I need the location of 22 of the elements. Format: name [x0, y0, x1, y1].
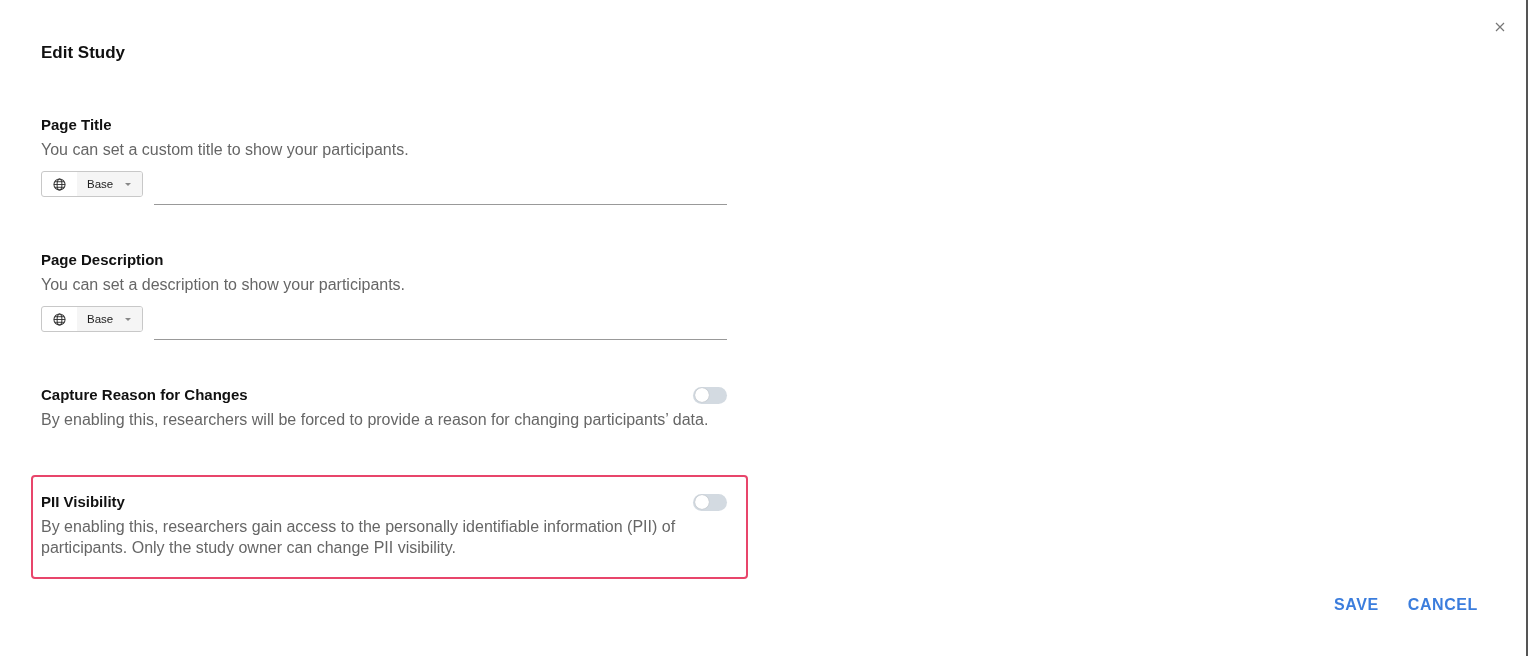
section-description: By enabling this, researchers gain access to the personally identifiable information (PII) of participants. Only the study owner can change PII visibility. — [41, 517, 677, 558]
section-description: By enabling this, researchers will be forced to provide a reason for changing participants’ data. — [41, 410, 710, 430]
section-label: Capture Reason for Changes — [41, 385, 248, 405]
dialog-action-button[interactable]: SAVE — [1325, 588, 1387, 622]
dialog-title: Edit Study — [41, 42, 126, 64]
caret-icon — [125, 317, 132, 321]
toggle-switch[interactable] — [693, 386, 727, 404]
section-description: You can set a custom title to show your participants. — [41, 140, 410, 160]
section-label: PII Visibility — [41, 492, 125, 512]
caret-icon — [125, 182, 132, 186]
dialog-action-button[interactable]: CANCEL — [1399, 588, 1486, 622]
section-label: Page Description — [41, 250, 164, 270]
globe-icon — [53, 312, 66, 326]
section-label: Page Title — [41, 115, 112, 135]
language-dropdown[interactable]: Base — [41, 171, 144, 197]
section-description: You can set a description to show your participants. — [41, 275, 407, 295]
globe-icon — [53, 177, 66, 191]
language-dropdown[interactable]: Base — [41, 306, 144, 332]
close-icon[interactable] — [1494, 21, 1506, 33]
language-label: Base — [87, 313, 114, 325]
toggle-switch[interactable] — [693, 493, 727, 511]
language-label: Base — [87, 178, 114, 190]
